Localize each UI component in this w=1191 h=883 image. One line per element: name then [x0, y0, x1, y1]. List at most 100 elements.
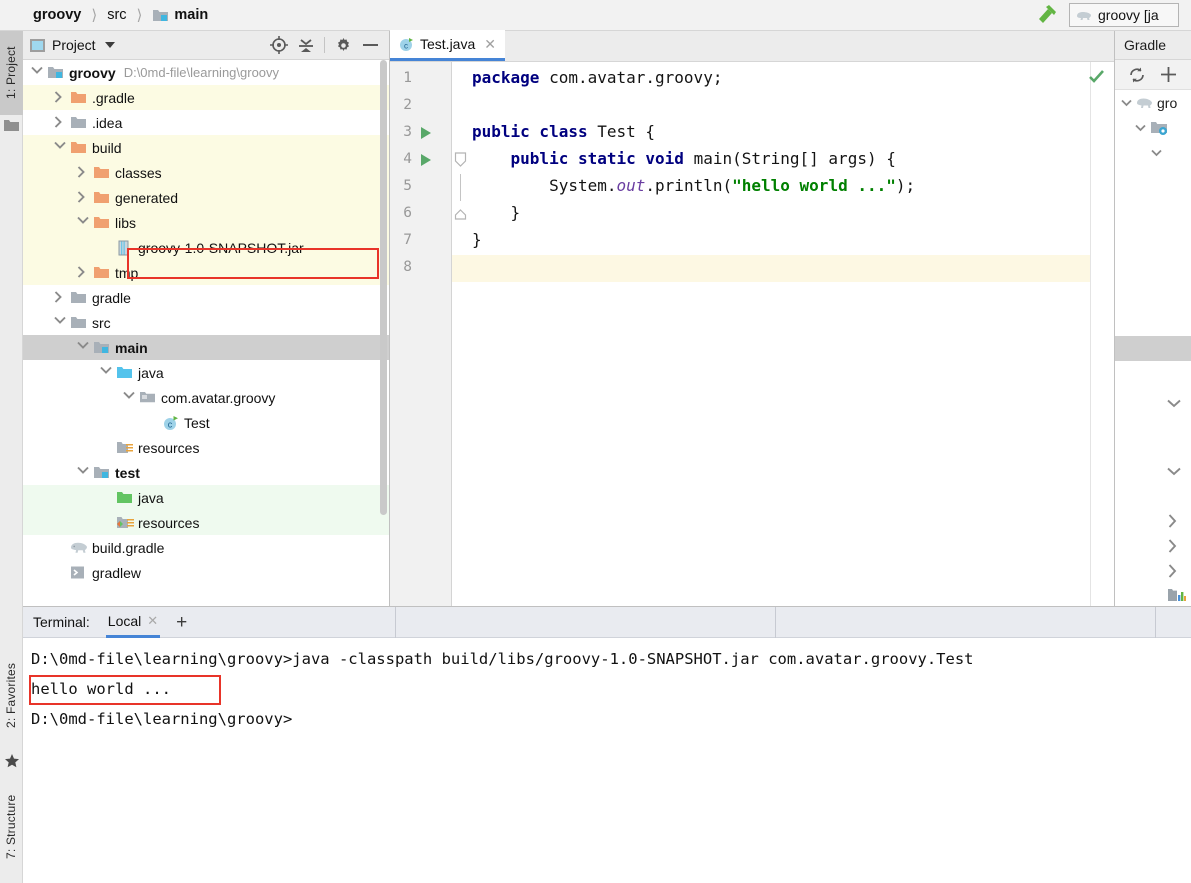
gradle-tree-label: gro	[1157, 94, 1178, 111]
chevron-down-icon[interactable]	[104, 41, 116, 49]
tree-row[interactable]: generated	[23, 185, 389, 210]
terminal-tab-local[interactable]: Local ✕	[105, 607, 161, 638]
chevron-down-icon[interactable]	[1167, 399, 1181, 408]
plus-icon[interactable]	[1160, 66, 1177, 83]
chevron-down-icon[interactable]	[77, 341, 90, 354]
code-line[interactable]: System.out.println("hello world ...");	[472, 176, 915, 195]
chevron-down-icon[interactable]	[1167, 467, 1181, 476]
chevron-down-icon[interactable]	[54, 316, 67, 329]
chevron-right-icon[interactable]	[77, 266, 90, 279]
fold-start-icon[interactable]	[454, 152, 467, 168]
gradle-tree-row-sub[interactable]	[1115, 140, 1191, 165]
chevron-down-icon[interactable]	[1151, 149, 1162, 157]
project-tree-scrollbar[interactable]	[380, 60, 387, 515]
chevron-right-icon[interactable]	[54, 116, 67, 129]
tree-row[interactable]: java	[23, 485, 389, 510]
line-number: 5	[403, 178, 412, 194]
chevron-right-icon[interactable]	[54, 291, 67, 304]
sidebar-item-favorites[interactable]: 2: Favorites	[0, 646, 23, 744]
twist-placeholder	[146, 416, 159, 429]
code-token: public class	[472, 122, 598, 141]
chart-icon[interactable]	[1168, 587, 1186, 603]
breadcrumb-item-src[interactable]: src	[105, 0, 128, 31]
chevron-down-icon[interactable]	[1121, 99, 1132, 107]
tree-row[interactable]: gradlew	[23, 560, 389, 585]
close-icon[interactable]: ✕	[484, 36, 496, 53]
sidebar-item-structure[interactable]: 7: Structure	[0, 779, 23, 875]
tree-row[interactable]: .gradle	[23, 85, 389, 110]
chevron-right-icon[interactable]	[1168, 564, 1177, 578]
tree-row[interactable]: tmp	[23, 260, 389, 285]
tree-row-label: src	[92, 314, 111, 331]
editor-gutter[interactable]	[390, 62, 452, 606]
package-icon	[139, 390, 156, 406]
tree-row[interactable]: main	[23, 335, 389, 360]
checkmark-icon[interactable]	[1088, 68, 1105, 85]
code-canvas[interactable]: 1 package com.avatar.groovy; 2 3 public clas…	[390, 62, 1114, 606]
code-line[interactable]: package com.avatar.groovy;	[472, 68, 722, 87]
toolbar-divider	[324, 37, 325, 53]
chevron-down-icon[interactable]	[77, 466, 90, 479]
gear-icon[interactable]	[335, 37, 352, 54]
chevron-right-icon[interactable]	[54, 91, 67, 104]
breadcrumb-item-main[interactable]: main	[150, 0, 210, 31]
hide-icon[interactable]	[362, 38, 379, 52]
run-gutter-icon[interactable]	[420, 153, 432, 167]
chevron-down-icon[interactable]	[31, 66, 44, 79]
hammer-icon[interactable]	[1033, 3, 1061, 27]
tree-row[interactable]: .idea	[23, 110, 389, 135]
run-configuration-label: groovy [ja	[1098, 7, 1159, 23]
chevron-down-icon[interactable]	[54, 141, 67, 154]
gradle-tree-row-tasks[interactable]	[1115, 115, 1191, 140]
chevron-right-icon[interactable]	[77, 191, 90, 204]
editor-tab-test-java[interactable]: c Test.java ✕	[390, 30, 505, 61]
tree-row[interactable]: resources	[23, 435, 389, 460]
chevron-right-icon[interactable]	[77, 166, 90, 179]
terminal-output[interactable]: D:\0md-file\learning\groovy>java -classp…	[23, 638, 1191, 883]
tree-row[interactable]: src	[23, 310, 389, 335]
chevron-down-icon[interactable]	[1135, 124, 1146, 132]
tree-row[interactable]: gradle	[23, 285, 389, 310]
tree-row[interactable]: classes	[23, 160, 389, 185]
breadcrumb-item-groovy[interactable]: groovy	[31, 0, 83, 31]
refresh-icon[interactable]	[1128, 66, 1146, 84]
tree-row[interactable]: java	[23, 360, 389, 385]
code-line[interactable]: }	[472, 230, 482, 249]
chevron-right-icon[interactable]	[1168, 514, 1177, 528]
chevron-down-icon[interactable]	[77, 216, 90, 229]
fold-end-icon[interactable]	[454, 209, 467, 221]
tree-row[interactable]: libs	[23, 210, 389, 235]
run-configuration-selector[interactable]: groovy [ja	[1069, 3, 1179, 27]
tree-row[interactable]: build	[23, 135, 389, 160]
code-line[interactable]: public static void main(String[] args) {	[472, 149, 896, 168]
chevron-down-icon[interactable]	[100, 366, 113, 379]
tree-row[interactable]: test	[23, 460, 389, 485]
code-line[interactable]: }	[472, 203, 521, 222]
breadcrumb-label: main	[174, 7, 209, 23]
tree-row[interactable]: build.gradle	[23, 535, 389, 560]
locate-icon[interactable]	[270, 36, 288, 54]
tree-row[interactable]: c Test	[23, 410, 389, 435]
project-tree[interactable]: groovy D:\0md-file\learning\groovy .gradle…	[23, 60, 389, 606]
close-icon[interactable]: ✕	[147, 613, 158, 629]
tree-row-label: resources	[138, 514, 200, 531]
folder-orange-icon	[93, 165, 110, 181]
tree-row[interactable]: com.avatar.groovy	[23, 385, 389, 410]
code-token: out	[616, 176, 646, 195]
tree-row-label: build.gradle	[92, 539, 165, 556]
sidebar-item-project[interactable]: 1: Project	[0, 31, 23, 115]
project-folder-icon	[4, 119, 19, 134]
plus-icon[interactable]: +	[176, 613, 187, 632]
chevron-down-icon[interactable]	[123, 391, 136, 404]
tree-row[interactable]: resources	[23, 510, 389, 535]
code-line[interactable]: public class Test {	[472, 122, 655, 141]
gradle-tree-row-project[interactable]: gro	[1115, 90, 1191, 115]
run-gutter-icon[interactable]	[420, 126, 432, 140]
terminal-label: Terminal:	[33, 614, 90, 630]
chevron-right-icon[interactable]	[1168, 539, 1177, 553]
tree-row-label: com.avatar.groovy	[161, 389, 276, 406]
collapse-all-icon[interactable]	[298, 36, 314, 54]
tree-row[interactable]: groovy-1.0-SNAPSHOT.jar	[23, 235, 389, 260]
tree-row[interactable]: groovy D:\0md-file\learning\groovy	[23, 60, 389, 85]
terminal-line: hello world ...	[31, 680, 171, 698]
